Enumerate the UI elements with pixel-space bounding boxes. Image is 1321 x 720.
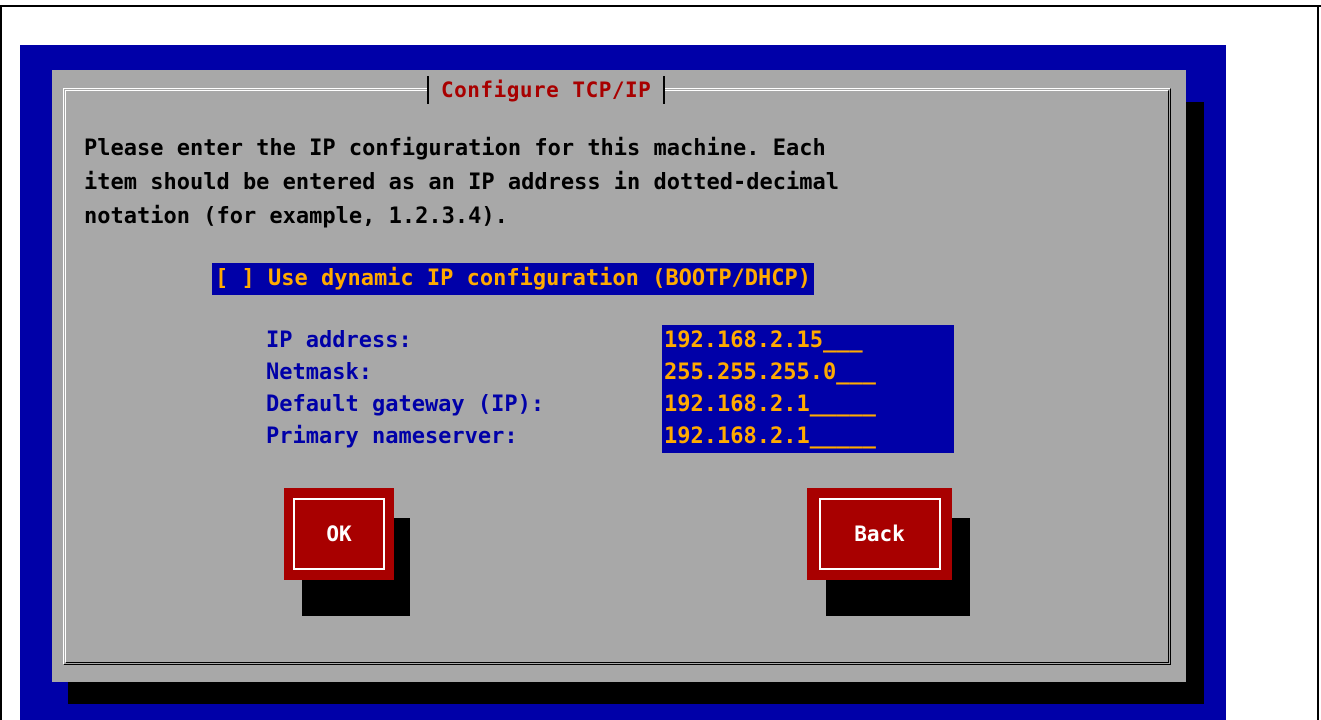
back-button-label: Back <box>818 498 941 570</box>
dialog-shadow <box>68 682 1204 704</box>
netmask-label: Netmask: <box>266 360 372 385</box>
ip-address-label: IP address: <box>266 328 412 353</box>
default-gateway-input[interactable]: 192.168.2.1_____ <box>662 389 954 421</box>
window-frame-top <box>0 5 1321 7</box>
dialog-title: Configure TCP/IP <box>441 78 652 102</box>
primary-nameserver-input[interactable]: 192.168.2.1_____ <box>662 421 954 453</box>
primary-nameserver-label: Primary nameserver: <box>266 424 518 449</box>
instructions-text: Please enter the IP configuration for th… <box>84 136 839 229</box>
window-frame-right <box>1317 5 1319 720</box>
dialog-title-bar: Configure TCP/IP <box>427 72 666 108</box>
ok-button[interactable]: OK <box>284 488 394 580</box>
dhcp-checkbox[interactable]: [ ] Use dynamic IP configuration (BOOTP/… <box>212 263 815 295</box>
default-gateway-label: Default gateway (IP): <box>266 392 545 417</box>
ok-button-label: OK <box>293 498 385 570</box>
ip-address-input[interactable]: 192.168.2.15___ <box>662 325 954 357</box>
back-button[interactable]: Back <box>807 488 952 580</box>
netmask-input[interactable]: 255.255.255.0___ <box>662 357 954 389</box>
dialog-shadow <box>1186 102 1204 704</box>
window-frame-left <box>0 5 2 720</box>
tcpip-dialog: Configure TCP/IP Please enter the IP con… <box>52 70 1186 682</box>
